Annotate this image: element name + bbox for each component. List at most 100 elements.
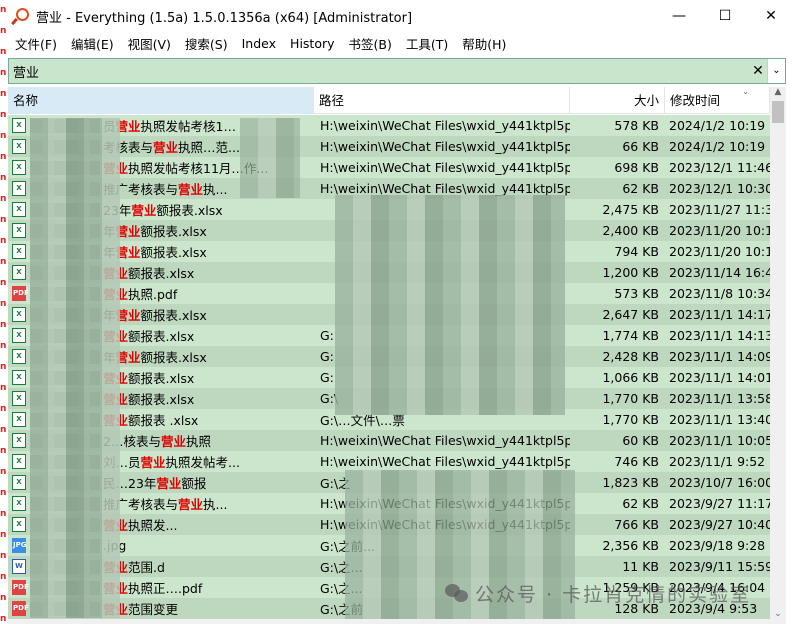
file-date: 2023/9/11 15:59 bbox=[669, 559, 770, 574]
file-date: 2024/1/2 10:19 bbox=[669, 139, 766, 154]
result-row[interactable]: X 刘…员 营业 执照发帖考... H:\weixin\WeChat Files… bbox=[8, 451, 770, 472]
name-match: 营业 bbox=[156, 476, 182, 491]
column-path[interactable]: 路径 bbox=[314, 87, 570, 114]
background-text-fragment: n bbox=[0, 593, 7, 603]
file-date: 2024/1/2 10:19 bbox=[669, 118, 766, 133]
menu-history[interactable]: History bbox=[283, 36, 341, 51]
xlsx-file-icon: X bbox=[12, 475, 26, 490]
horizontal-scrollbar[interactable] bbox=[8, 619, 786, 624]
file-path: H:\weixin\WeChat Files\wxid_y441ktpl5pp.… bbox=[320, 118, 570, 133]
file-size: 2,647 KB bbox=[602, 307, 659, 322]
column-size[interactable]: 大小 bbox=[570, 87, 665, 114]
name-match: 营业 bbox=[160, 434, 186, 449]
name-suffix: 执照.pdf bbox=[128, 287, 178, 302]
watermark-text: 公众号 · 卡拉肖克情的实验室 bbox=[475, 584, 752, 606]
name-match: 营业 bbox=[140, 455, 166, 470]
search-history-dropdown[interactable]: ⌄ bbox=[767, 59, 785, 83]
name-suffix: 执照…范... bbox=[178, 140, 240, 155]
column-name[interactable]: 名称 bbox=[8, 87, 314, 114]
file-path: H:\weixin\WeChat Files\wxid_y441ktpl5pp.… bbox=[320, 139, 570, 154]
name-suffix: 额报表.xlsx bbox=[128, 371, 195, 386]
menu-bookmarks[interactable]: 书签(B) bbox=[342, 34, 399, 53]
xlsx-file-icon: X bbox=[12, 349, 26, 364]
scrollbar-thumb[interactable] bbox=[772, 101, 784, 123]
name-suffix: 额报表.xlsx bbox=[140, 245, 207, 260]
watermark: 公众号 · 卡拉肖克情的实验室 bbox=[445, 580, 751, 607]
background-text-fragment: n bbox=[0, 110, 7, 120]
menu-tools[interactable]: 工具(T) bbox=[399, 34, 455, 53]
xlsx-file-icon: X bbox=[12, 328, 26, 343]
title-bar: 营业 - Everything (1.5a) 1.5.0.1356a (x64)… bbox=[8, 0, 794, 32]
file-size: 578 KB bbox=[614, 118, 659, 133]
scroll-down-icon[interactable]: ⌄ bbox=[770, 609, 786, 619]
privacy-mosaic bbox=[30, 118, 120, 618]
result-row[interactable]: X 员 营业 执照发帖考核1… H:\weixin\WeChat Files\w… bbox=[8, 115, 770, 136]
column-header: 名称 路径 大小 修改时间 ⌄ bbox=[8, 87, 770, 114]
maximize-button[interactable]: ☐ bbox=[702, 0, 748, 32]
menu-edit[interactable]: 编辑(E) bbox=[64, 34, 121, 53]
file-size: 62 KB bbox=[622, 181, 659, 196]
name-suffix: 额报表 .xlsx bbox=[128, 413, 199, 428]
xlsx-file-icon: X bbox=[12, 223, 26, 238]
xlsx-file-icon: X bbox=[12, 265, 26, 280]
name-suffix: 额报表.xlsx bbox=[156, 203, 223, 218]
background-text-fragment: n bbox=[0, 509, 7, 519]
search-box: ✕ ⌄ bbox=[8, 58, 786, 84]
pdf-file-icon: PDF bbox=[12, 601, 29, 616]
menu-view[interactable]: 视图(V) bbox=[121, 34, 178, 53]
privacy-mosaic bbox=[240, 118, 300, 198]
file-date: 2023/12/1 11:46 bbox=[669, 160, 770, 175]
file-date: 2023/11/8 10:34 bbox=[669, 286, 770, 301]
file-date: 2023/11/1 14:13 bbox=[669, 328, 770, 343]
file-date: 2023/9/27 11:17 bbox=[669, 496, 770, 511]
file-size: 1,770 KB bbox=[602, 391, 659, 406]
file-date: 2023/9/18 9:28 bbox=[669, 538, 766, 553]
file-path: H:\weixin\WeChat Files\wxid_y441ktpl5pp.… bbox=[320, 433, 570, 448]
menu-search[interactable]: 搜索(S) bbox=[178, 34, 235, 53]
menu-file[interactable]: 文件(F) bbox=[8, 34, 64, 53]
background-text-fragment: n bbox=[0, 551, 7, 561]
result-row[interactable]: X 2…核表与 营业 执照 H:\weixin\WeChat Files\wxi… bbox=[8, 430, 770, 451]
column-date-label: 修改时间 bbox=[670, 93, 721, 108]
xlsx-file-icon: X bbox=[12, 244, 26, 259]
menu-index[interactable]: Index bbox=[235, 36, 283, 51]
file-size: 794 KB bbox=[614, 244, 659, 259]
background-window-edge: n n n n n n n n n n n n n n n n n n n n n n n n n n n n n n bbox=[0, 0, 8, 624]
docx-file-icon: W bbox=[12, 559, 26, 574]
clear-icon[interactable]: ✕ bbox=[749, 63, 767, 79]
name-suffix: 执照发帖考... bbox=[165, 455, 240, 470]
name-suffix: 额报表.xlsx bbox=[140, 224, 207, 239]
file-date: 2023/11/1 9:52 bbox=[669, 454, 766, 469]
result-row[interactable]: X 考核表与 营业 执照…范... H:\weixin\WeChat Files… bbox=[8, 136, 770, 157]
minimize-button[interactable]: — bbox=[656, 0, 702, 32]
name-match: 营业 bbox=[178, 182, 204, 197]
background-text-fragment: n bbox=[0, 488, 7, 498]
file-size: 1,774 KB bbox=[602, 328, 659, 343]
file-size: 746 KB bbox=[614, 454, 659, 469]
file-size: 2,400 KB bbox=[602, 223, 659, 238]
background-text-fragment: n bbox=[0, 614, 7, 624]
vertical-scrollbar[interactable]: ▲ ⌄ bbox=[770, 87, 786, 619]
result-row[interactable]: X 营业 执照发帖考核11月…作... H:\weixin\WeChat Fil… bbox=[8, 157, 770, 178]
xlsx-file-icon: X bbox=[12, 202, 26, 217]
xlsx-file-icon: X bbox=[12, 307, 26, 322]
window-title: 营业 - Everything (1.5a) 1.5.0.1356a (x64)… bbox=[36, 10, 413, 26]
file-size: 1,200 KB bbox=[602, 265, 659, 280]
name-suffix: 执... bbox=[203, 182, 228, 197]
close-button[interactable]: ✕ bbox=[748, 0, 794, 32]
xlsx-file-icon: X bbox=[12, 517, 26, 532]
file-size: 66 KB bbox=[622, 139, 659, 154]
background-text-fragment: n bbox=[0, 446, 7, 456]
menu-help[interactable]: 帮助(H) bbox=[455, 34, 513, 53]
name-suffix: 执照正….pdf bbox=[128, 581, 203, 596]
file-size: 573 KB bbox=[614, 286, 659, 301]
search-input[interactable] bbox=[9, 60, 749, 82]
background-text-fragment: n bbox=[0, 362, 7, 372]
column-date-modified[interactable]: 修改时间 ⌄ bbox=[665, 87, 770, 114]
file-date: 2023/11/27 11:35 bbox=[669, 202, 770, 217]
xlsx-file-icon: X bbox=[12, 139, 26, 154]
xlsx-file-icon: X bbox=[12, 118, 26, 133]
scroll-up-icon[interactable]: ▲ bbox=[770, 87, 786, 97]
name-match: 营业 bbox=[131, 203, 157, 218]
xlsx-file-icon: X bbox=[12, 391, 26, 406]
